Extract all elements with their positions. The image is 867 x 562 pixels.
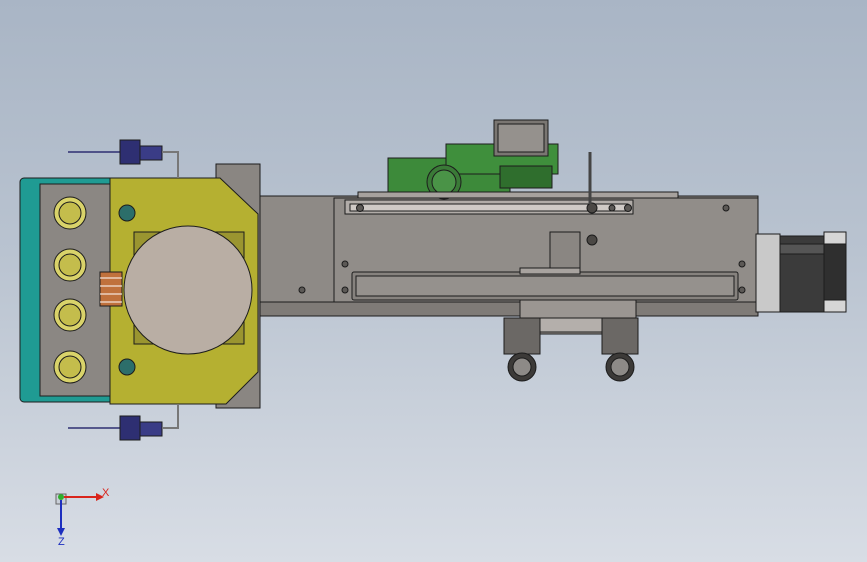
mount-hole — [118, 204, 136, 222]
carriage-lip — [519, 267, 581, 275]
sensor-head-face — [497, 123, 545, 153]
connector-base-right — [601, 317, 639, 355]
linear-module-body[interactable] — [239, 195, 759, 335]
m12-connector[interactable] — [53, 196, 87, 230]
db-connector-bottom[interactable] — [68, 404, 179, 441]
gripper-plate[interactable] — [99, 163, 261, 409]
cad-viewport[interactable]: X Z — [0, 0, 867, 562]
mount-hole — [118, 358, 136, 376]
screw — [298, 286, 306, 294]
carriage-window — [549, 231, 581, 271]
orientation-triad: X Z — [55, 487, 110, 548]
adjust-knob-face — [431, 169, 457, 195]
motor-stripe — [779, 243, 825, 255]
screw — [341, 260, 349, 268]
motor-cap-dark — [823, 243, 847, 301]
bottom-skirt — [259, 301, 759, 317]
triad-z-arrow — [57, 528, 65, 536]
round-connector-right-face — [610, 357, 630, 377]
green-block-right — [499, 165, 553, 189]
screw — [608, 204, 616, 212]
stepper-motor[interactable] — [755, 231, 847, 313]
cable-pins — [99, 271, 123, 307]
m12-connector[interactable] — [53, 350, 87, 384]
screw — [586, 234, 598, 246]
screw — [341, 286, 349, 294]
db-connector-top[interactable] — [68, 139, 179, 178]
rail-slot-inner — [349, 203, 629, 212]
screw — [586, 202, 598, 214]
screw — [738, 260, 746, 268]
rotary-disc[interactable] — [123, 225, 253, 355]
screw — [738, 286, 746, 294]
m12-connector[interactable] — [53, 248, 87, 282]
mount-plate — [357, 191, 679, 199]
guide-rail-edge — [355, 275, 735, 297]
motor-flange — [755, 233, 781, 313]
screw — [624, 204, 632, 212]
triad-y-dot — [58, 494, 64, 500]
triad-z-label: Z — [58, 536, 65, 548]
sensor-bracket[interactable] — [357, 119, 679, 204]
triad-x-label: X — [102, 487, 110, 499]
connector-base-left — [503, 317, 541, 355]
screw — [356, 204, 364, 212]
m12-connector[interactable] — [53, 298, 87, 332]
round-connector-left-face — [512, 357, 532, 377]
screw — [722, 204, 730, 212]
